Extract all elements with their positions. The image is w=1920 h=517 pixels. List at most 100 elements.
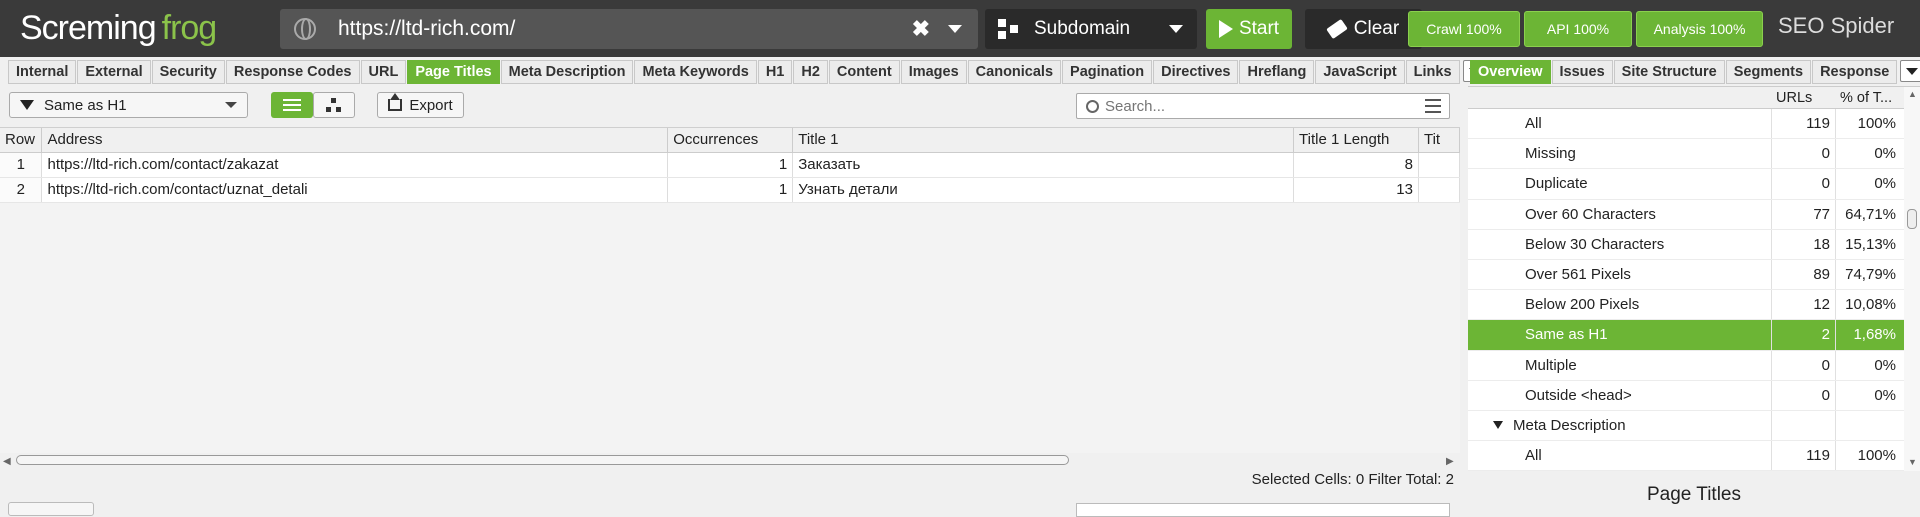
column-header-title-1[interactable]: Title 1 <box>792 128 1294 153</box>
table-row[interactable]: 1 https://ltd-rich.com/contact/zakazat 1 За… <box>0 152 1461 178</box>
tab-h1[interactable]: H1 <box>757 60 793 84</box>
url-history-dropdown-icon[interactable] <box>948 25 962 33</box>
tab-meta-keywords[interactable]: Meta Keywords <box>634 60 757 84</box>
table-cell[interactable] <box>1418 177 1461 203</box>
overview-row-urls: 119 <box>1772 109 1836 139</box>
tab-response-codes[interactable]: Response Codes <box>225 60 360 84</box>
list-icon <box>283 99 301 111</box>
overview-row-all[interactable]: All 119 100% <box>1468 109 1904 140</box>
scroll-right-icon[interactable]: ▶ <box>1446 456 1454 467</box>
col-urls[interactable]: URLs <box>1776 90 1812 106</box>
scrollbar-thumb[interactable] <box>1907 209 1917 229</box>
overview-row-label: All <box>1468 441 1772 471</box>
table-cell[interactable]: https://ltd-rich.com/contact/uznat_detal… <box>41 177 669 203</box>
overview-row-label: Multiple <box>1468 350 1772 380</box>
vertical-scrollbar[interactable]: ▲ ▼ <box>1904 87 1920 471</box>
overview-row-text: Duplicate <box>1525 175 1588 193</box>
overview-row-label: Below 200 Pixels <box>1468 290 1772 320</box>
start-button[interactable]: Start <box>1206 9 1292 49</box>
column-header-address[interactable]: Address <box>41 128 669 153</box>
overview-row-missing[interactable]: Missing 0 0% <box>1468 139 1904 170</box>
column-header-occurrences[interactable]: Occurrences <box>667 128 794 153</box>
table-cell[interactable]: 2 <box>0 177 43 203</box>
table-cell[interactable]: Узнать детали <box>792 177 1294 203</box>
overview-row-meta-description[interactable]: Meta Description <box>1468 410 1904 442</box>
logo-text-3: frog <box>161 8 218 47</box>
table-row[interactable]: 2 https://ltd-rich.com/contact/uznat_deta… <box>0 177 1461 203</box>
export-label: Export <box>409 96 453 114</box>
tab-security[interactable]: Security <box>151 60 225 84</box>
analysis-progress-badge[interactable]: Analysis 100% <box>1636 11 1763 47</box>
table-cell[interactable]: 13 <box>1293 177 1419 203</box>
scroll-left-icon[interactable]: ◀ <box>3 456 11 467</box>
filter-select[interactable]: Same as H1 <box>9 92 248 118</box>
table-cell[interactable]: https://ltd-rich.com/contact/zakazat <box>41 152 669 178</box>
overview-header: URLs % of T... <box>1468 87 1904 109</box>
table-cell[interactable]: 1 <box>667 177 794 203</box>
crawl-mode-select[interactable]: Subdomain <box>985 9 1197 49</box>
overview-row-same-as-h1[interactable]: Same as H1 2 1,68% <box>1468 320 1904 351</box>
list-view-button[interactable] <box>271 92 313 118</box>
tab-javascript[interactable]: JavaScript <box>1315 60 1405 84</box>
api-progress-badge[interactable]: API 100% <box>1524 11 1632 47</box>
tab-canonicals[interactable]: Canonicals <box>967 60 1062 84</box>
url-input[interactable]: https://ltd-rich.com/ <box>338 17 912 41</box>
table-cell[interactable]: 1 <box>667 152 794 178</box>
scroll-up-icon[interactable]: ▲ <box>1908 89 1917 99</box>
horizontal-scrollbar[interactable]: ◀ ▶ <box>0 453 1460 467</box>
filter-settings-icon[interactable] <box>1425 99 1441 113</box>
more-tabs-button[interactable] <box>1900 60 1920 82</box>
column-header-row[interactable]: Row <box>0 128 43 153</box>
tab-h2[interactable]: H2 <box>793 60 828 84</box>
tree-view-button[interactable] <box>313 92 355 118</box>
results-table[interactable]: Row Address Occurrences Title 1 Title 1 Leng… <box>0 127 1461 453</box>
overview-row-text: Missing <box>1525 145 1576 163</box>
overview-row-label: All <box>1468 109 1772 139</box>
col-percent[interactable]: % of T... <box>1840 90 1892 106</box>
tab-images[interactable]: Images <box>900 60 967 84</box>
expand-triangle-icon[interactable] <box>1493 421 1503 430</box>
tab-links[interactable]: Links <box>1405 60 1460 84</box>
overview-row-all[interactable]: All 119 100% <box>1468 441 1904 472</box>
tab-external[interactable]: External <box>77 60 151 84</box>
tab-content[interactable]: Content <box>828 60 900 84</box>
lower-search-box[interactable] <box>1076 503 1450 517</box>
tab-issues[interactable]: Issues <box>1551 60 1613 84</box>
overview-row-text: Below 200 Pixels <box>1525 296 1640 314</box>
table-cell[interactable] <box>1418 152 1461 178</box>
crawl-progress-badge[interactable]: Crawl 100% <box>1408 11 1520 47</box>
table-cell[interactable]: Заказать <box>792 152 1294 178</box>
scrollbar-thumb[interactable] <box>16 455 1069 465</box>
tab-internal[interactable]: Internal <box>8 60 77 84</box>
overview-row-duplicate[interactable]: Duplicate 0 0% <box>1468 169 1904 200</box>
overview-row-below-30-characters[interactable]: Below 30 Characters 18 15,13% <box>1468 229 1904 260</box>
table-cell[interactable]: 1 <box>0 152 43 178</box>
tab-overview[interactable]: Overview <box>1470 60 1551 84</box>
overview-row-over-60-characters[interactable]: Over 60 Characters 77 64,71% <box>1468 199 1904 230</box>
tab-pagination[interactable]: Pagination <box>1062 60 1153 84</box>
overview-row-urls <box>1772 410 1836 441</box>
column-header-tit[interactable]: Tit <box>1418 128 1461 153</box>
clear-url-icon[interactable]: ✖ <box>912 16 930 42</box>
tab-site-structure[interactable]: Site Structure <box>1613 60 1725 84</box>
search-box[interactable] <box>1076 93 1450 119</box>
search-input[interactable] <box>1105 97 1425 115</box>
tab-response[interactable]: Response <box>1812 60 1898 84</box>
scroll-down-icon[interactable]: ▼ <box>1908 457 1917 467</box>
table-cell[interactable]: 8 <box>1293 152 1419 178</box>
column-header-title-1-length[interactable]: Title 1 Length <box>1293 128 1419 153</box>
export-button[interactable]: Export <box>377 92 464 118</box>
tab-segments[interactable]: Segments <box>1725 60 1812 84</box>
overview-row-multiple[interactable]: Multiple 0 0% <box>1468 350 1904 381</box>
tab-hreflang[interactable]: Hreflang <box>1239 60 1315 84</box>
tab-meta-description[interactable]: Meta Description <box>500 60 634 84</box>
lower-filter-button[interactable] <box>8 502 94 516</box>
overview-row-over-561-pixels[interactable]: Over 561 Pixels 89 74,79% <box>1468 259 1904 291</box>
tab-page-titles[interactable]: Page Titles <box>407 60 500 84</box>
clear-button[interactable]: Clear <box>1305 9 1422 49</box>
url-bar[interactable]: https://ltd-rich.com/ ✖ <box>280 9 978 49</box>
tab-directives[interactable]: Directives <box>1153 60 1239 84</box>
overview-row-below-200-pixels[interactable]: Below 200 Pixels 12 10,08% <box>1468 290 1904 321</box>
overview-row-outside-head[interactable]: Outside <head> 0 0% <box>1468 380 1904 411</box>
tab-url[interactable]: URL <box>360 60 407 84</box>
